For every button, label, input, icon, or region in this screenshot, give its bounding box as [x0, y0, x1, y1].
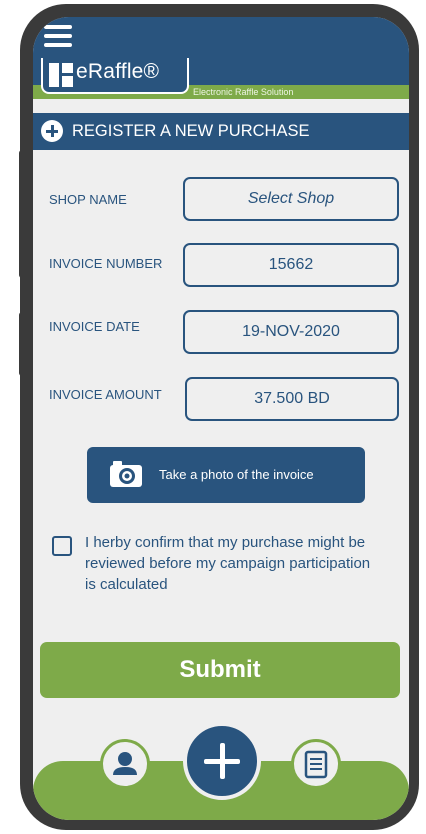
nav-receipts-button[interactable]: [291, 739, 341, 789]
section-title: REGISTER A NEW PURCHASE: [72, 122, 310, 140]
submit-button[interactable]: Submit: [40, 642, 400, 698]
camera-icon: [110, 461, 142, 487]
confirm-checkbox[interactable]: [52, 536, 72, 556]
invoice-amount-field[interactable]: 37.500 BD: [185, 377, 399, 421]
shop-select[interactable]: Select Shop: [183, 177, 399, 221]
invoice-date-field[interactable]: 19-NOV-2020: [183, 310, 399, 354]
invoice-date-label: INVOICE DATE: [49, 319, 140, 334]
tagline: Electronic Raffle Solution: [193, 87, 294, 97]
phone-side-button-upper: [19, 150, 26, 278]
confirm-text: I herby confirm that my purchase might b…: [85, 534, 371, 593]
app-screen: eRaffle® Electronic Raffle Solution REGI…: [33, 17, 409, 820]
nav-profile-button[interactable]: [100, 739, 150, 789]
section-header: REGISTER A NEW PURCHASE: [33, 113, 409, 150]
receipt-icon: [304, 750, 328, 779]
shop-name-label: SHOP NAME: [49, 192, 127, 207]
app-logo: eRaffle®: [41, 58, 189, 94]
take-photo-button[interactable]: Take a photo of the invoice: [87, 447, 365, 503]
phone-side-button-lower: [19, 312, 26, 376]
menu-icon[interactable]: [44, 25, 72, 47]
invoice-number-field[interactable]: 15662: [183, 243, 399, 287]
nav-add-button[interactable]: [183, 722, 261, 800]
invoice-number-label: INVOICE NUMBER: [49, 256, 163, 271]
logo-text: eRaffle®: [76, 60, 160, 83]
take-photo-label: Take a photo of the invoice: [159, 467, 314, 482]
invoice-amount-label: INVOICE AMOUNT: [49, 387, 162, 402]
plus-icon: [41, 120, 63, 142]
user-icon: [113, 752, 137, 775]
logo-mark-icon: [49, 63, 73, 87]
